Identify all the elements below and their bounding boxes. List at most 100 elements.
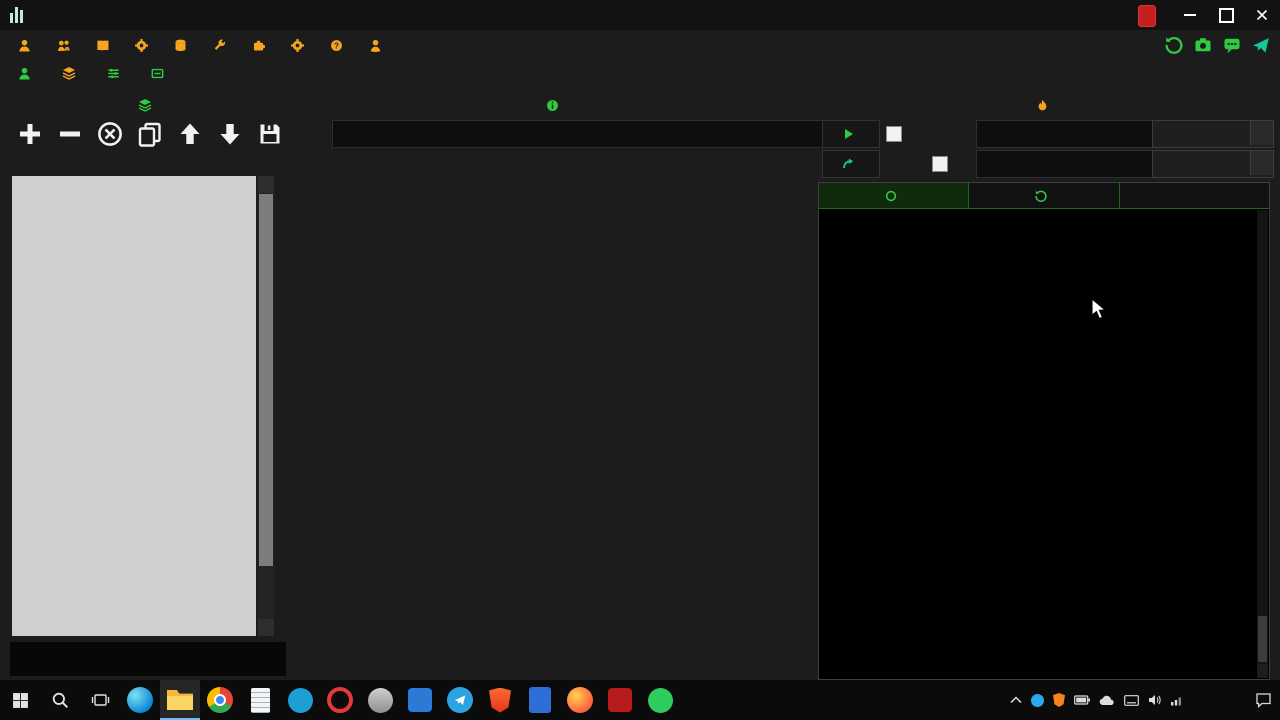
maximize-button[interactable] bbox=[1208, 0, 1244, 30]
clear-stack-button[interactable] bbox=[96, 120, 123, 147]
move-block-down-button[interactable] bbox=[216, 120, 243, 147]
scrollbar-thumb[interactable] bbox=[1258, 616, 1267, 662]
taskbar-app-whatsapp[interactable] bbox=[640, 680, 680, 720]
plus-icon bbox=[17, 121, 43, 147]
stack-block-function[interactable] bbox=[12, 578, 256, 636]
menu-wordlists[interactable] bbox=[96, 39, 114, 52]
taskbar-app-telegram[interactable] bbox=[440, 680, 480, 720]
windows-logo-icon bbox=[12, 692, 29, 709]
taskbar-app-adobe[interactable] bbox=[600, 680, 640, 720]
scroll-down-icon[interactable] bbox=[258, 619, 274, 636]
menu-configs[interactable] bbox=[135, 39, 153, 52]
tab-log[interactable] bbox=[969, 183, 1119, 208]
taskbar-app-brave[interactable] bbox=[480, 680, 520, 720]
proxy-checkbox[interactable] bbox=[932, 156, 948, 172]
add-block-button[interactable] bbox=[16, 120, 43, 147]
hidden-icons-chevron-icon[interactable] bbox=[1010, 696, 1022, 704]
sbs-checkbox[interactable] bbox=[886, 126, 902, 142]
silver-zone-icon bbox=[369, 39, 382, 52]
ocr-icon bbox=[151, 67, 164, 80]
sub-menubar bbox=[0, 60, 918, 86]
step-button[interactable] bbox=[822, 150, 880, 178]
stack-block-keycheck[interactable] bbox=[12, 458, 256, 516]
tab-data[interactable] bbox=[819, 183, 969, 208]
taskbar-app-itunes[interactable] bbox=[360, 680, 400, 720]
taskbar-clock[interactable] bbox=[1186, 680, 1246, 720]
move-block-up-button[interactable] bbox=[176, 120, 203, 147]
wordlist-type-dropdown[interactable] bbox=[1152, 120, 1274, 148]
network-icon[interactable] bbox=[1170, 695, 1184, 706]
chrome-icon bbox=[207, 687, 233, 713]
taskbar-app-skype[interactable] bbox=[280, 680, 320, 720]
whatsapp-icon bbox=[648, 688, 673, 713]
buy-pro-button[interactable] bbox=[1138, 5, 1156, 27]
menu-ocr-testing[interactable] bbox=[151, 67, 169, 80]
taskbar-app-opera[interactable] bbox=[320, 680, 360, 720]
telegram-tray-icon[interactable] bbox=[1031, 694, 1044, 707]
taskbar-app-notepad[interactable] bbox=[240, 680, 280, 720]
menu-help[interactable] bbox=[330, 39, 348, 52]
security-shield-icon[interactable] bbox=[1053, 693, 1065, 707]
volume-icon[interactable] bbox=[1148, 694, 1161, 706]
menu-settings[interactable] bbox=[291, 39, 309, 52]
stack-block-utility[interactable] bbox=[12, 518, 256, 576]
start-button[interactable] bbox=[822, 120, 880, 148]
debugger-tabs bbox=[819, 183, 1269, 209]
screenshot-button[interactable] bbox=[1192, 34, 1214, 56]
debugger-scrollbar[interactable] bbox=[1257, 210, 1268, 678]
switch-to-loliscript-button[interactable] bbox=[10, 642, 286, 676]
taskbar-search-button[interactable] bbox=[40, 680, 80, 720]
scrollbar-thumb[interactable] bbox=[259, 194, 273, 566]
scroll-up-icon[interactable] bbox=[258, 176, 274, 193]
chat-icon bbox=[1223, 36, 1241, 54]
minimize-button[interactable] bbox=[1172, 0, 1208, 30]
block-label-input[interactable] bbox=[332, 120, 832, 148]
sbs-toggle bbox=[886, 126, 907, 142]
tab-browser[interactable] bbox=[1120, 183, 1269, 208]
chat-button[interactable] bbox=[1221, 34, 1243, 56]
main-menubar bbox=[0, 30, 1168, 60]
close-button[interactable] bbox=[1244, 0, 1280, 30]
save-stack-button[interactable] bbox=[256, 120, 283, 147]
clone-block-button[interactable] bbox=[136, 120, 163, 147]
menu-other-options[interactable] bbox=[107, 67, 125, 80]
stack-block-list bbox=[12, 176, 256, 636]
menu-runner[interactable] bbox=[18, 39, 36, 52]
taskbar-app-file-explorer[interactable] bbox=[160, 680, 200, 720]
opera-icon bbox=[327, 687, 353, 713]
taskbar-app-firefox[interactable] bbox=[560, 680, 600, 720]
remove-block-button[interactable] bbox=[56, 120, 83, 147]
proxy-input[interactable] bbox=[976, 150, 1164, 178]
stack-block-parse[interactable] bbox=[12, 278, 256, 336]
menu-manager[interactable] bbox=[18, 67, 36, 80]
proxy-type-dropdown[interactable] bbox=[1152, 150, 1274, 178]
data-input[interactable] bbox=[976, 120, 1164, 148]
stack-scrollbar[interactable] bbox=[258, 176, 274, 636]
taskbar-app-calculator[interactable] bbox=[520, 680, 560, 720]
action-center-button[interactable] bbox=[1246, 680, 1280, 720]
edge-icon bbox=[127, 687, 153, 713]
menu-stacker[interactable] bbox=[62, 66, 81, 80]
task-view-button[interactable] bbox=[80, 680, 120, 720]
stack-block-parse[interactable] bbox=[12, 338, 256, 396]
keyboard-icon[interactable] bbox=[1124, 695, 1139, 706]
menu-hitsdb[interactable] bbox=[174, 39, 192, 52]
taskbar-app-vscode[interactable] bbox=[400, 680, 440, 720]
menu-proxies[interactable] bbox=[57, 39, 75, 52]
info-icon bbox=[546, 99, 559, 112]
scroll-down-icon[interactable] bbox=[1257, 664, 1268, 678]
menu-plugins[interactable] bbox=[252, 39, 270, 52]
taskbar-app-chrome[interactable] bbox=[200, 680, 240, 720]
history-button[interactable] bbox=[1163, 34, 1185, 56]
menu-tools[interactable] bbox=[213, 39, 231, 52]
stack-config-header[interactable] bbox=[12, 176, 256, 216]
share-button[interactable] bbox=[1250, 34, 1272, 56]
stack-block-request[interactable] bbox=[12, 218, 256, 276]
battery-icon[interactable] bbox=[1074, 695, 1090, 705]
menu-silver-zone[interactable] bbox=[369, 39, 387, 52]
onedrive-cloud-icon[interactable] bbox=[1099, 695, 1115, 706]
taskbar-app-edge[interactable] bbox=[120, 680, 160, 720]
start-button[interactable] bbox=[0, 680, 40, 720]
stack-block-parse[interactable] bbox=[12, 398, 256, 456]
database-icon bbox=[174, 39, 187, 52]
